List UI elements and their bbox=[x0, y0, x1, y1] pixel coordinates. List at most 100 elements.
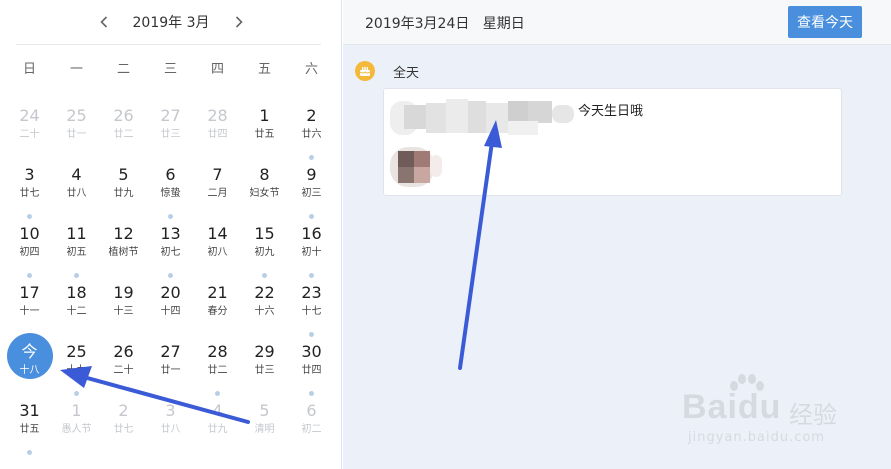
calendar-day[interactable]: 5 廿九 bbox=[100, 165, 147, 225]
lunar-date: 十一 bbox=[19, 306, 40, 317]
calendar-day[interactable]: 4 廿九 bbox=[194, 401, 241, 461]
day-number: 28 bbox=[207, 106, 228, 125]
calendar-day[interactable]: 18 十二 bbox=[53, 283, 100, 343]
day-number: 1 bbox=[259, 106, 270, 125]
calendar-day[interactable]: 25 廿一 bbox=[53, 106, 100, 166]
view-today-button[interactable]: 查看今天 bbox=[788, 6, 862, 38]
day-number: 2 bbox=[118, 401, 129, 420]
lunar-date: 十三 bbox=[113, 306, 134, 317]
calendar-day[interactable]: 13 初七 bbox=[147, 224, 194, 284]
calendar-panel: 2019年 3月 日 一 二 三 四 五 六 24 二十 25 廿一 26 廿二 27 廿三 2… bbox=[0, 0, 342, 469]
birthday-event-card[interactable]: 今天生日哦 bbox=[383, 88, 842, 196]
calendar-day[interactable]: 31 廿五 bbox=[6, 401, 53, 461]
calendar-day[interactable]: 16 初十 bbox=[288, 224, 335, 284]
lunar-date: 廿五 bbox=[254, 129, 275, 140]
event-indicator-dot bbox=[27, 273, 32, 278]
lunar-date: 初三 bbox=[301, 188, 322, 199]
calendar-header: 2019年 3月 bbox=[16, 0, 321, 45]
lunar-date: 廿三 bbox=[254, 365, 275, 376]
lunar-date: 春分 bbox=[207, 306, 228, 317]
day-number: 13 bbox=[160, 224, 181, 243]
calendar-day[interactable]: 15 初九 bbox=[241, 224, 288, 284]
day-number: 19 bbox=[113, 283, 134, 302]
lunar-date: 清明 bbox=[254, 424, 275, 435]
calendar-day[interactable]: 24 二十 bbox=[6, 106, 53, 166]
calendar-day[interactable]: 3 廿八 bbox=[147, 401, 194, 461]
day-number: 25 bbox=[66, 106, 87, 125]
lunar-date: 初四 bbox=[19, 247, 40, 258]
calendar-day[interactable]: 27 廿三 bbox=[147, 106, 194, 166]
weekday-label: 四 bbox=[210, 62, 224, 77]
calendar-day[interactable]: 1 廿五 bbox=[241, 106, 288, 166]
calendar-day[interactable]: 6 初二 bbox=[288, 401, 335, 461]
lunar-date: 廿九 bbox=[207, 424, 228, 435]
calendar-day[interactable]: 26 廿二 bbox=[100, 106, 147, 166]
calendar-day[interactable]: 2 廿六 bbox=[288, 106, 335, 166]
calendar-day[interactable]: 22 十六 bbox=[241, 283, 288, 343]
day-number: 17 bbox=[19, 283, 40, 302]
day-number: 26 bbox=[113, 342, 134, 361]
day-number: 12 bbox=[113, 224, 134, 243]
event-indicator-dot bbox=[215, 391, 220, 396]
weekday-header: 日 一 二 三 四 五 六 bbox=[6, 58, 336, 82]
calendar-day[interactable]: 6 惊蛰 bbox=[147, 165, 194, 225]
event-indicator-dot bbox=[168, 214, 173, 219]
day-number: 27 bbox=[160, 342, 181, 361]
calendar-day[interactable]: 21 春分 bbox=[194, 283, 241, 343]
calendar-day[interactable]: 23 十七 bbox=[288, 283, 335, 343]
calendar-day[interactable]: 12 植树节 bbox=[100, 224, 147, 284]
day-number: 8 bbox=[259, 165, 270, 184]
lunar-date: 十九 bbox=[66, 365, 87, 376]
day-number: 7 bbox=[212, 165, 223, 184]
lunar-date: 十六 bbox=[254, 306, 275, 317]
calendar-day[interactable]: 1 愚人节 bbox=[53, 401, 100, 461]
calendar-day[interactable]: 20 十四 bbox=[147, 283, 194, 343]
day-number: 今 bbox=[21, 342, 38, 361]
day-number: 9 bbox=[306, 165, 317, 184]
day-number: 6 bbox=[165, 165, 176, 184]
lunar-date: 廿一 bbox=[160, 365, 181, 376]
calendar-day[interactable]: 29 廿三 bbox=[241, 342, 288, 402]
weekday-label: 一 bbox=[69, 62, 83, 77]
lunar-date: 初十 bbox=[301, 247, 322, 258]
calendar-day[interactable]: 27 廿一 bbox=[147, 342, 194, 402]
day-number: 30 bbox=[301, 342, 322, 361]
event-indicator-dot bbox=[27, 214, 32, 219]
calendar-day[interactable]: 11 初五 bbox=[53, 224, 100, 284]
lunar-date: 惊蛰 bbox=[160, 188, 181, 199]
calendar-day[interactable]: 28 廿四 bbox=[194, 106, 241, 166]
prev-month-button[interactable] bbox=[94, 12, 114, 32]
calendar-day[interactable]: 28 廿二 bbox=[194, 342, 241, 402]
calendar-day[interactable]: 14 初八 bbox=[194, 224, 241, 284]
lunar-date: 廿八 bbox=[160, 424, 181, 435]
calendar-day[interactable]: 25 十九 bbox=[53, 342, 100, 402]
lunar-date: 廿六 bbox=[301, 129, 322, 140]
blurred-avatar bbox=[390, 147, 448, 189]
event-indicator-dot bbox=[27, 450, 32, 455]
calendar-day[interactable]: 4 廿八 bbox=[53, 165, 100, 225]
calendar-day[interactable]: 2 廿七 bbox=[100, 401, 147, 461]
calendar-day[interactable]: 7 二月 bbox=[194, 165, 241, 225]
calendar-day[interactable]: 9 初三 bbox=[288, 165, 335, 225]
lunar-date: 十七 bbox=[301, 306, 322, 317]
calendar-day[interactable]: 10 初四 bbox=[6, 224, 53, 284]
lunar-date: 十二 bbox=[66, 306, 87, 317]
calendar-day[interactable]: 30 廿四 bbox=[288, 342, 335, 402]
event-indicator-dot bbox=[168, 273, 173, 278]
calendar-grid: 24 二十 25 廿一 26 廿二 27 廿三 28 廿四 1 廿五 2 廿六 3 廿七 4 廿八 5 廿九 6 惊蛰 7 二… bbox=[6, 98, 336, 468]
calendar-day[interactable]: 19 十三 bbox=[100, 283, 147, 343]
event-indicator-dot bbox=[309, 332, 314, 337]
lunar-date: 廿七 bbox=[113, 424, 134, 435]
chevron-left-icon bbox=[100, 16, 108, 28]
next-month-button[interactable] bbox=[229, 12, 249, 32]
day-number: 16 bbox=[301, 224, 322, 243]
day-number: 29 bbox=[254, 342, 275, 361]
day-number: 3 bbox=[165, 401, 176, 420]
calendar-day[interactable]: 26 二十 bbox=[100, 342, 147, 402]
day-detail-panel: 2019年3月24日 星期日 查看今天 全天 今天生日哦 bbox=[343, 0, 891, 469]
calendar-day[interactable]: 3 廿七 bbox=[6, 165, 53, 225]
calendar-day[interactable]: 5 清明 bbox=[241, 401, 288, 461]
weekday-label: 五 bbox=[257, 62, 271, 77]
calendar-day[interactable]: 8 妇女节 bbox=[241, 165, 288, 225]
calendar-day-today[interactable]: 今十八 bbox=[6, 333, 53, 402]
